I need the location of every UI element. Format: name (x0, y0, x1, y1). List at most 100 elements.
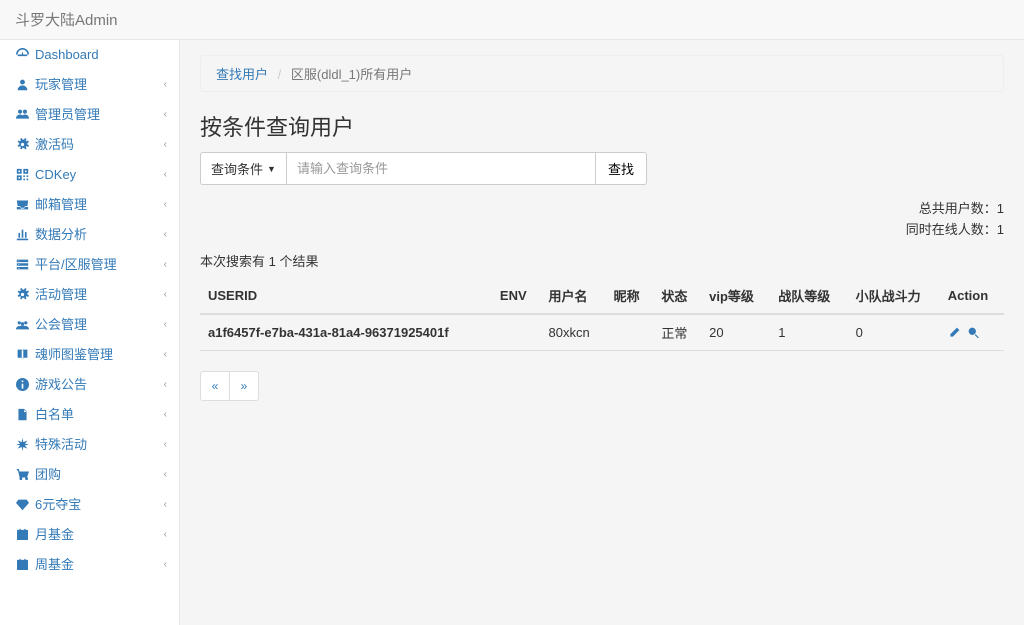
sidebar-link-7[interactable]: 平台/区服管理 ‹ (0, 250, 179, 280)
sidebar-item-9[interactable]: 公会管理‹ (0, 310, 179, 340)
th-teamlevel: 战队等级 (770, 278, 847, 314)
cart-icon (15, 468, 29, 482)
pagination-next[interactable]: » (229, 371, 259, 401)
sidebar-item-16[interactable]: 月基金 ‹ (0, 520, 179, 550)
sidebar-link-1[interactable]: 玩家管理 ‹ (0, 70, 179, 100)
search-input[interactable] (286, 152, 596, 185)
breadcrumb-link[interactable]: 查找用户 (216, 67, 268, 82)
sidebar-item-label: CDKey (35, 168, 76, 182)
sidebar-item-label: 激活码 (35, 138, 74, 152)
caret-down-icon: ▼ (267, 164, 276, 174)
online-value: 1 (997, 222, 1004, 237)
cell-vip: 20 (701, 314, 770, 351)
pagination-prev[interactable]: « (200, 371, 230, 401)
user-icon (15, 78, 29, 92)
sidebar-link-10[interactable]: 魂师图鉴管理‹ (0, 340, 179, 370)
sidebar-item-label: 6元夺宝 (35, 498, 81, 512)
sidebar-link-9[interactable]: 公会管理‹ (0, 310, 179, 340)
cog-icon (15, 138, 29, 152)
cell-nickname (606, 314, 654, 351)
sidebar-link-8[interactable]: 活动管理‹ (0, 280, 179, 310)
sidebar-link-11[interactable]: 游戏公告 ‹ (0, 370, 179, 400)
sidebar-link-0[interactable]: Dashboard (0, 40, 179, 70)
search-group: 查询条件 ▼ 查找 (200, 152, 1004, 185)
diamond-icon (15, 498, 29, 512)
sidebar-link-14[interactable]: 团购‹ (0, 460, 179, 490)
sidebar-item-6[interactable]: 数据分析 ‹ (0, 220, 179, 250)
th-vip: vip等级 (701, 278, 770, 314)
sidebar-item-5[interactable]: 邮箱管理‹ (0, 190, 179, 220)
chevron-left-icon: ‹ (164, 78, 167, 92)
sidebar-item-label: 月基金 (35, 528, 74, 542)
cell-team_level: 1 (770, 314, 847, 351)
sidebar-item-14[interactable]: 团购‹ (0, 460, 179, 490)
page-title: 按条件查询用户 (200, 110, 1004, 142)
sidebar-item-17[interactable]: 周基金‹ (0, 550, 179, 580)
sidebar-item-label: 数据分析 (35, 228, 87, 242)
sidebar-item-label: 魂师图鉴管理 (35, 348, 113, 362)
th-status: 状态 (653, 278, 701, 314)
cell-username: 80xkcn (541, 314, 606, 351)
chevron-left-icon: ‹ (164, 258, 167, 272)
sidebar-item-label: 游戏公告 (35, 378, 87, 392)
navbar-brand[interactable]: 斗罗大陆Admin (15, 9, 118, 30)
results-summary: 本次搜索有 1 个结果 (200, 251, 1004, 270)
sidebar-link-17[interactable]: 周基金‹ (0, 550, 179, 580)
file-icon (15, 408, 29, 422)
sidebar-item-13[interactable]: 特殊活动‹ (0, 430, 179, 460)
sidebar-item-1[interactable]: 玩家管理 ‹ (0, 70, 179, 100)
sidebar-item-2[interactable]: 管理员管理‹ (0, 100, 179, 130)
sidebar-item-10[interactable]: 魂师图鉴管理‹ (0, 340, 179, 370)
sidebar-item-label: 管理员管理 (35, 108, 100, 122)
breadcrumb: 查找用户 / 区服(dldl_1)所有用户 (200, 55, 1004, 92)
dashboard-icon (15, 48, 29, 62)
cell-squad_power: 0 (848, 314, 940, 351)
th-action: Action (940, 278, 1004, 314)
sidebar-link-3[interactable]: 激活码‹ (0, 130, 179, 160)
sidebar-item-8[interactable]: 活动管理‹ (0, 280, 179, 310)
cell-action (940, 314, 1004, 351)
search-icon[interactable] (967, 325, 980, 340)
breadcrumb-separator: / (278, 67, 282, 82)
sidebar-link-4[interactable]: CDKey‹ (0, 160, 179, 190)
sidebar-item-12[interactable]: 白名单‹ (0, 400, 179, 430)
info-icon (15, 378, 29, 392)
edit-icon[interactable] (948, 325, 961, 340)
total-users-label: 总共用户数： (919, 201, 997, 216)
cell-env (492, 314, 541, 351)
inbox-icon (15, 198, 29, 212)
cell-userid: a1f6457f-e7ba-431a-81a4-96371925401f (200, 314, 492, 351)
sidebar-link-16[interactable]: 月基金 ‹ (0, 520, 179, 550)
sidebar-link-12[interactable]: 白名单‹ (0, 400, 179, 430)
sidebar-link-2[interactable]: 管理员管理‹ (0, 100, 179, 130)
chevron-left-icon: ‹ (164, 378, 167, 392)
sidebar-item-11[interactable]: 游戏公告 ‹ (0, 370, 179, 400)
search-criteria-dropdown[interactable]: 查询条件 ▼ (200, 152, 286, 185)
sidebar-link-6[interactable]: 数据分析 ‹ (0, 220, 179, 250)
table-row: a1f6457f-e7ba-431a-81a4-96371925401f 80xk… (200, 314, 1004, 351)
sidebar-item-label: 白名单 (35, 408, 74, 422)
sidebar-link-13[interactable]: 特殊活动‹ (0, 430, 179, 460)
chevron-left-icon: ‹ (164, 288, 167, 302)
sidebar-item-0[interactable]: Dashboard (0, 40, 179, 70)
sidebar-item-15[interactable]: 6元夺宝‹ (0, 490, 179, 520)
sidebar-link-15[interactable]: 6元夺宝‹ (0, 490, 179, 520)
th-username: 用户名 (541, 278, 606, 314)
sidebar-item-label: 平台/区服管理 (35, 258, 117, 272)
sidebar-item-7[interactable]: 平台/区服管理 ‹ (0, 250, 179, 280)
th-nickname: 昵称 (606, 278, 654, 314)
sidebar-item-label: 玩家管理 (35, 78, 87, 92)
search-button[interactable]: 查找 (596, 152, 647, 185)
sidebar-item-label: 邮箱管理 (35, 198, 87, 212)
chevron-left-icon: ‹ (164, 228, 167, 242)
main-content: 查找用户 / 区服(dldl_1)所有用户 按条件查询用户 查询条件 ▼ 查找 … (180, 40, 1024, 625)
cog-icon (15, 288, 29, 302)
sidebar-item-3[interactable]: 激活码‹ (0, 130, 179, 160)
sidebar-item-label: 周基金 (35, 558, 74, 572)
chevron-left-icon: ‹ (164, 528, 167, 542)
calendar-icon (15, 558, 29, 572)
breadcrumb-current: 区服(dldl_1)所有用户 (291, 67, 412, 82)
sidebar-item-4[interactable]: CDKey‹ (0, 160, 179, 190)
sidebar-link-5[interactable]: 邮箱管理‹ (0, 190, 179, 220)
book-icon (15, 348, 29, 362)
